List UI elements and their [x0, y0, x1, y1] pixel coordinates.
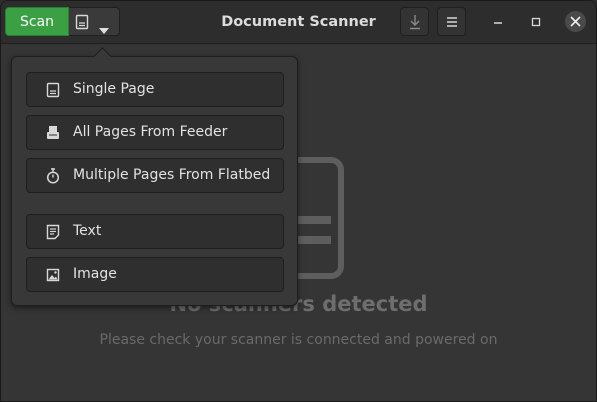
download-icon	[410, 15, 420, 30]
close-icon	[570, 16, 581, 27]
main-menu-button[interactable]	[437, 7, 466, 36]
menu-item-label: Single Page	[73, 81, 155, 97]
save-button[interactable]	[400, 7, 429, 36]
menu-item-image[interactable]: Image	[26, 257, 284, 292]
minimize-button[interactable]	[488, 12, 508, 32]
scan-button[interactable]: Scan	[5, 7, 69, 36]
minimize-icon	[494, 22, 502, 24]
menu-item-text[interactable]: Text	[26, 214, 284, 249]
timer-icon	[46, 168, 60, 188]
menu-item-label: Image	[73, 266, 117, 282]
maximize-button[interactable]	[526, 12, 546, 32]
app-window: Scan Document Scanner No scanners detect…	[0, 0, 597, 402]
close-button[interactable]	[565, 11, 586, 32]
menu-item-label: Multiple Pages From Flatbed	[73, 167, 271, 183]
image-icon	[46, 267, 60, 287]
feeder-icon	[46, 125, 60, 145]
menu-item-label: Text	[73, 223, 102, 239]
scan-mode-dropdown-button[interactable]	[69, 7, 120, 36]
menu-item-label: All Pages From Feeder	[73, 124, 228, 140]
single-page-icon	[46, 82, 60, 102]
menu-item-single-page[interactable]: Single Page	[26, 72, 284, 107]
menu-item-multiple-pages-flatbed[interactable]: Multiple Pages From Flatbed	[26, 158, 284, 193]
document-icon	[75, 14, 89, 34]
hamburger-icon	[447, 17, 457, 27]
maximize-icon	[531, 17, 541, 27]
header-bar: Scan Document Scanner	[1, 1, 596, 44]
empty-state-subtitle: Please check your scanner is connected a…	[99, 332, 498, 348]
scan-mode-popover: Single Page All Pages From Feeder Multip…	[11, 47, 298, 306]
chevron-down-icon	[99, 19, 109, 38]
menu-item-all-pages-feeder[interactable]: All Pages From Feeder	[26, 115, 284, 150]
text-doc-icon	[46, 224, 60, 244]
window-title: Document Scanner	[221, 14, 376, 30]
